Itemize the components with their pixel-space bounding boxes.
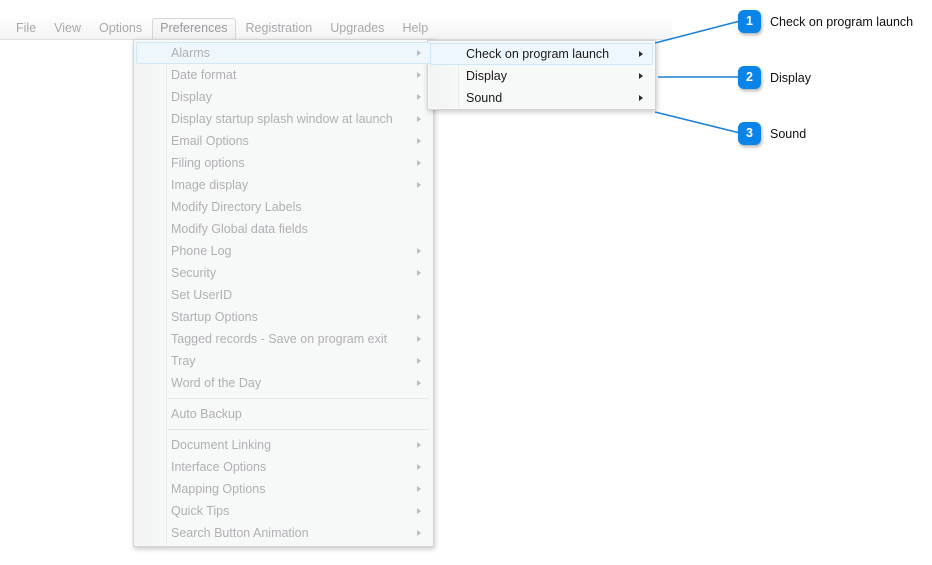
menu-item-quick-tips[interactable]: Quick Tips xyxy=(136,500,431,522)
menu-separator xyxy=(168,429,429,430)
menu-item-label: Modify Global data fields xyxy=(171,222,308,236)
menubar-item-view[interactable]: View xyxy=(46,18,89,40)
menu-item-label: Phone Log xyxy=(171,244,232,258)
menu-item-label: Tagged records - Save on program exit xyxy=(171,332,388,346)
menu-item-email-options[interactable]: Email Options xyxy=(136,130,431,152)
menu-item-label: Alarms xyxy=(171,46,210,60)
chevron-right-icon xyxy=(417,160,421,166)
menu-item-mapping-options[interactable]: Mapping Options xyxy=(136,478,431,500)
chevron-right-icon xyxy=(417,50,421,56)
chevron-right-icon xyxy=(639,95,643,101)
chevron-right-icon xyxy=(639,51,643,57)
chevron-right-icon xyxy=(417,464,421,470)
menu-item-date-format[interactable]: Date format xyxy=(136,64,431,86)
chevron-right-icon xyxy=(417,530,421,536)
menu-item-label: Display xyxy=(171,90,212,104)
menu-item-label: Modify Directory Labels xyxy=(171,200,302,214)
chevron-right-icon xyxy=(417,72,421,78)
menu-item-label: Image display xyxy=(171,178,249,192)
menu-item-label: Check on program launch xyxy=(466,47,610,61)
menu-item-display[interactable]: Display xyxy=(136,86,431,108)
chevron-right-icon xyxy=(417,248,421,254)
menu-item-label: Search Button Animation xyxy=(171,526,309,540)
menu-item-interface-options[interactable]: Interface Options xyxy=(136,456,431,478)
menu-item-label: Set UserID xyxy=(171,288,233,302)
menu-item-search-button-animation[interactable]: Search Button Animation xyxy=(136,522,431,544)
callout-badge-1: 1 xyxy=(738,10,761,33)
chevron-right-icon xyxy=(417,486,421,492)
menu-item-label: Mapping Options xyxy=(171,482,266,496)
chevron-right-icon xyxy=(417,270,421,276)
menu-item-document-linking[interactable]: Document Linking xyxy=(136,434,431,456)
callout-label-3: Sound xyxy=(770,126,807,141)
menu-item-label: Display startup splash window at launch xyxy=(171,112,393,126)
menu-item-set-userid[interactable]: Set UserID xyxy=(136,284,431,306)
menubar-item-preferences[interactable]: Preferences xyxy=(152,17,236,40)
menu-item-label: Auto Backup xyxy=(171,407,242,421)
menu-separator xyxy=(168,398,429,399)
menu-item-tray[interactable]: Tray xyxy=(136,350,431,372)
chevron-right-icon xyxy=(417,182,421,188)
menu-item-sound[interactable]: Sound xyxy=(430,87,653,109)
menu-bar: File View Options Preferences Registrati… xyxy=(0,17,672,40)
callout-2: 2 Display xyxy=(738,66,811,89)
menu-item-tagged-records-save-on-program-exit[interactable]: Tagged records - Save on program exit xyxy=(136,328,431,350)
menu-item-modify-directory-labels[interactable]: Modify Directory Labels xyxy=(136,196,431,218)
menubar-item-file[interactable]: File xyxy=(8,18,44,40)
menu-item-alarms[interactable]: Alarms xyxy=(136,42,431,64)
menu-item-display-startup-splash-window-at-launch[interactable]: Display startup splash window at launch xyxy=(136,108,431,130)
menu-item-label: Sound xyxy=(466,91,503,105)
menu-item-label: Tray xyxy=(171,354,196,368)
preferences-menu-items: Alarms Date format Display Display startup … xyxy=(134,42,433,544)
menu-item-image-display[interactable]: Image display xyxy=(136,174,431,196)
menu-item-modify-global-data-fields[interactable]: Modify Global data fields xyxy=(136,218,431,240)
menu-item-label: Email Options xyxy=(171,134,249,148)
chevron-right-icon xyxy=(417,94,421,100)
chevron-right-icon xyxy=(417,442,421,448)
menu-item-label: Word of the Day xyxy=(171,376,262,390)
preferences-dropdown-menu: Alarms Date format Display Display startup … xyxy=(133,39,434,547)
callout-label-2: Display xyxy=(770,70,811,85)
menu-item-phone-log[interactable]: Phone Log xyxy=(136,240,431,262)
menu-item-label: Display xyxy=(466,69,507,83)
menubar-item-options[interactable]: Options xyxy=(91,18,150,40)
menu-item-label: Interface Options xyxy=(171,460,267,474)
callout-1: 1 Check on program launch xyxy=(738,10,913,33)
chevron-right-icon xyxy=(417,138,421,144)
menu-item-startup-options[interactable]: Startup Options xyxy=(136,306,431,328)
callout-badge-2: 2 xyxy=(738,66,761,89)
menu-item-label: Startup Options xyxy=(171,310,258,324)
menu-item-filing-options[interactable]: Filing options xyxy=(136,152,431,174)
chevron-right-icon xyxy=(639,73,643,79)
chevron-right-icon xyxy=(417,380,421,386)
chevron-right-icon xyxy=(417,336,421,342)
menubar-item-upgrades[interactable]: Upgrades xyxy=(322,18,392,40)
menu-item-label: Quick Tips xyxy=(171,504,230,518)
menu-item-auto-backup[interactable]: Auto Backup xyxy=(136,403,431,425)
menu-item-label: Security xyxy=(171,266,217,280)
menu-item-display[interactable]: Display xyxy=(430,65,653,87)
callout-badge-3: 3 xyxy=(738,122,761,145)
alarms-submenu: Check on program launch Display Sound xyxy=(427,40,656,110)
menu-item-label: Document Linking xyxy=(171,438,272,452)
menu-item-check-on-program-launch[interactable]: Check on program launch xyxy=(430,43,653,65)
chevron-right-icon xyxy=(417,314,421,320)
menu-item-label: Date format xyxy=(171,68,237,82)
alarms-submenu-items: Check on program launch Display Sound xyxy=(428,43,655,109)
menu-item-security[interactable]: Security xyxy=(136,262,431,284)
chevron-right-icon xyxy=(417,116,421,122)
chevron-right-icon xyxy=(417,508,421,514)
callout-3: 3 Sound xyxy=(738,122,806,145)
menubar-item-registration[interactable]: Registration xyxy=(238,18,321,40)
menubar-item-help[interactable]: Help xyxy=(394,18,436,40)
chevron-right-icon xyxy=(417,358,421,364)
menu-item-label: Filing options xyxy=(171,156,245,170)
callout-label-1: Check on program launch xyxy=(770,14,914,29)
menu-item-word-of-the-day[interactable]: Word of the Day xyxy=(136,372,431,394)
